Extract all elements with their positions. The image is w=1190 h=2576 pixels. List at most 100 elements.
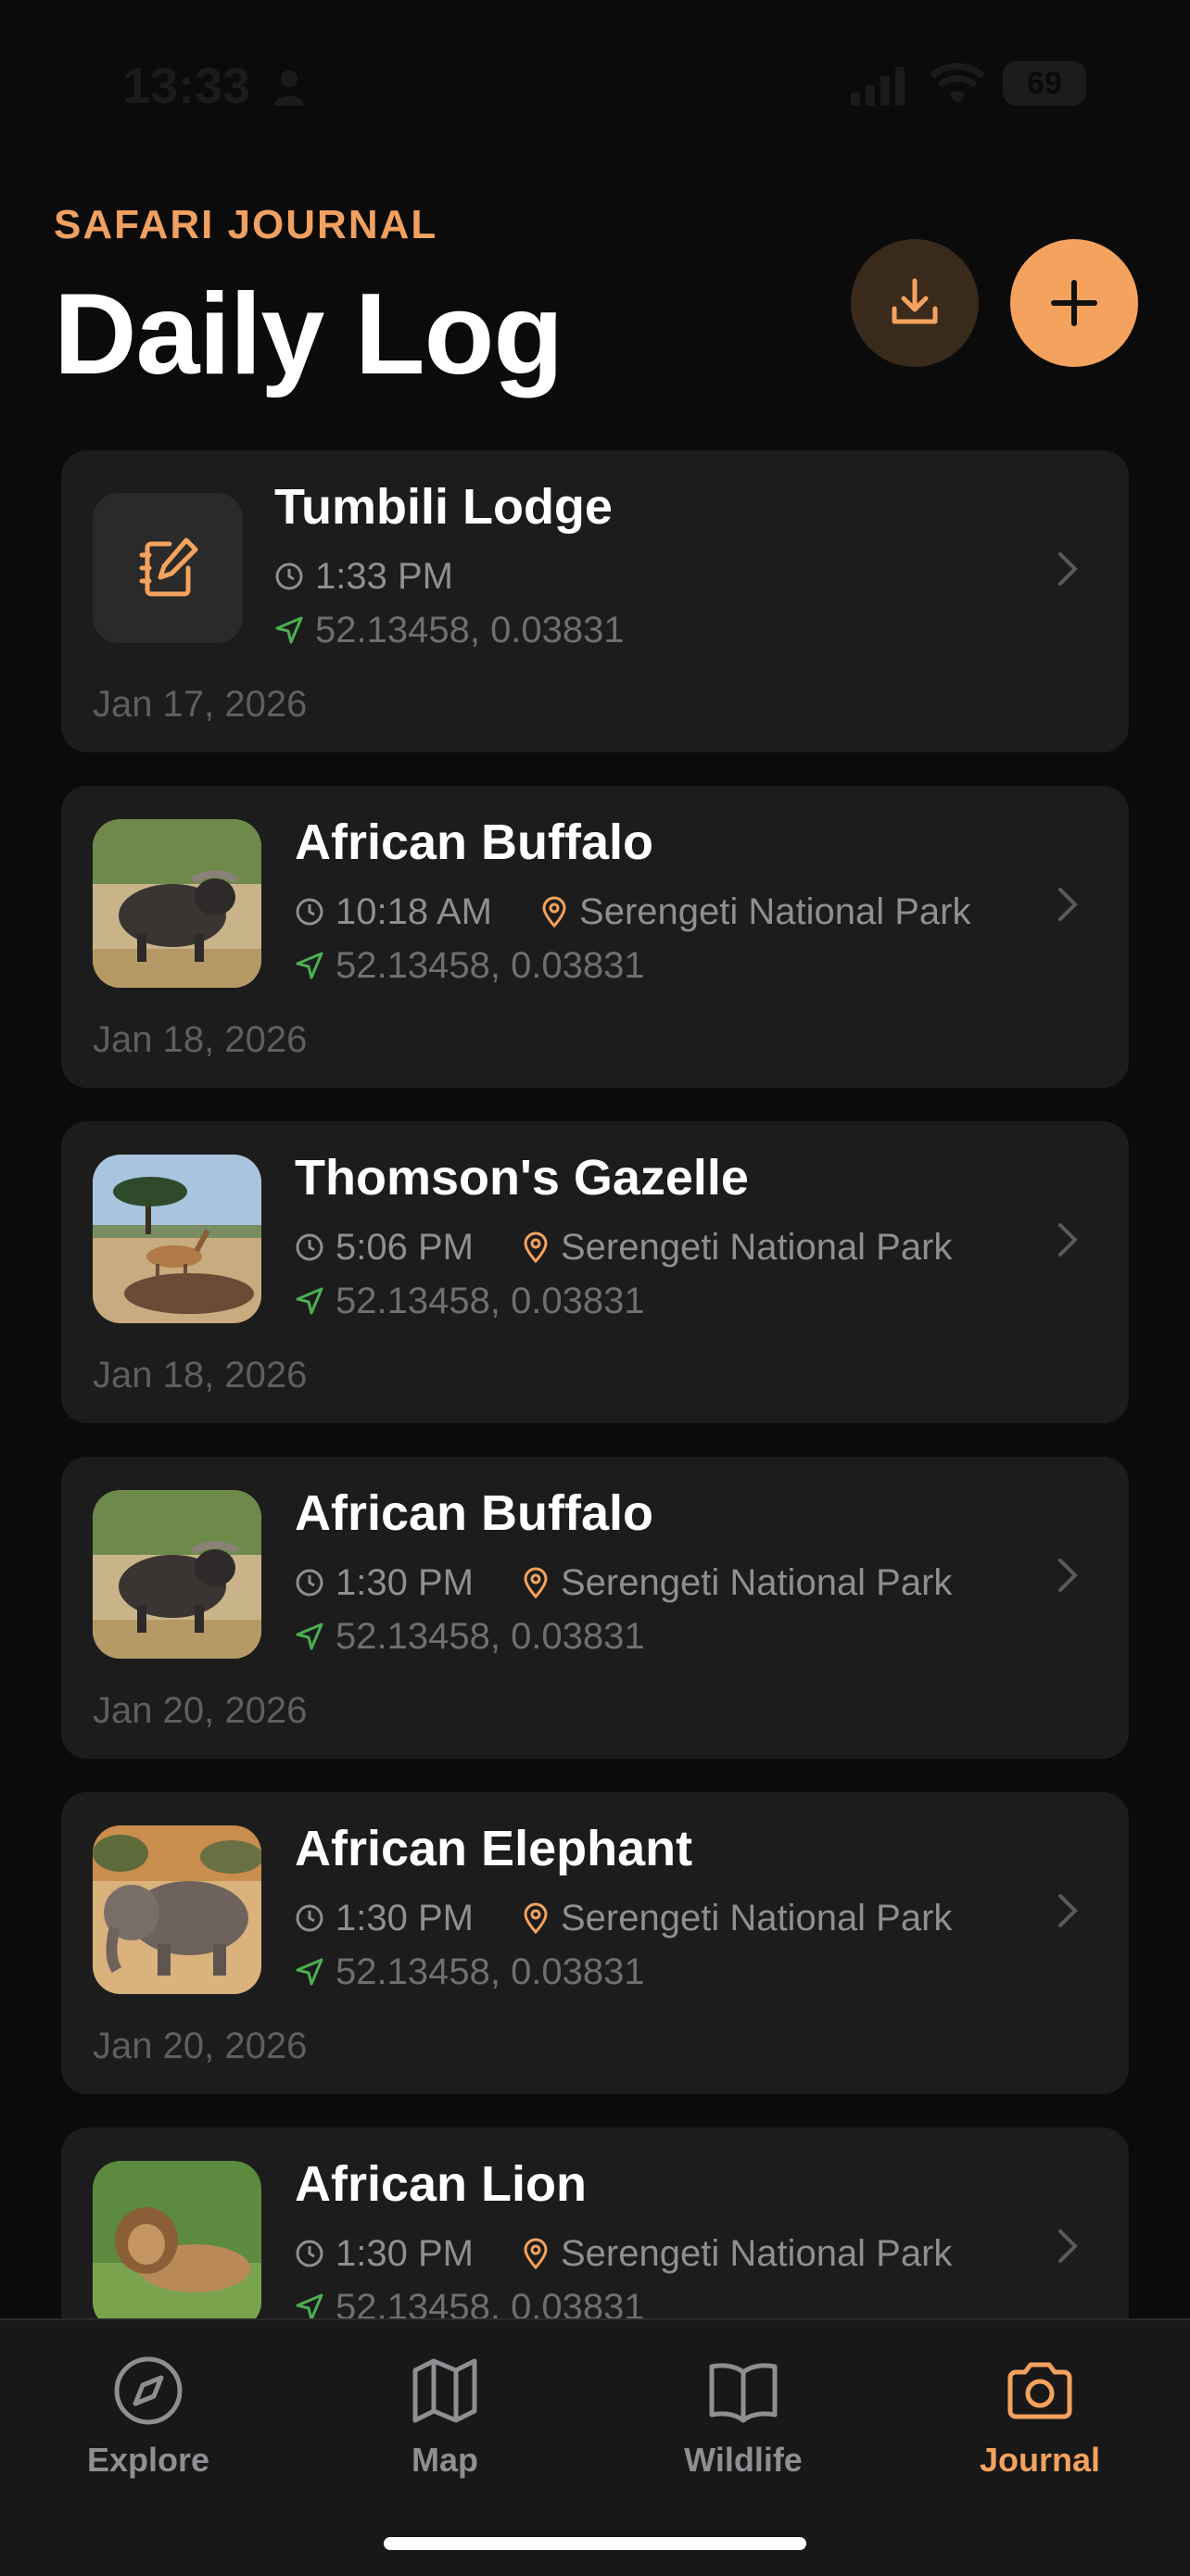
entry-coords: 52.13458, 0.03831 <box>335 1951 645 1992</box>
home-indicator <box>384 2537 806 2550</box>
add-entry-button[interactable] <box>1010 239 1138 367</box>
journal-entry-card[interactable]: Tumbili Lodge 1:33 PM 52.13458, 0.03831 … <box>61 450 1129 752</box>
entry-title: Thomson's Gazelle <box>295 1150 749 1206</box>
clock-icon <box>296 1904 323 1932</box>
map-icon <box>412 2358 477 2423</box>
entry-coords: 52.13458, 0.03831 <box>335 1615 645 1657</box>
entry-location: Serengeti National Park <box>522 1562 952 1604</box>
location-arrow-icon <box>296 1958 323 1986</box>
entry-coords-row: 52.13458, 0.03831 <box>274 608 625 652</box>
journal-list[interactable]: Tumbili Lodge 1:33 PM 52.13458, 0.03831 … <box>61 450 1129 2318</box>
entry-title: African Lion <box>295 2156 588 2212</box>
clock-icon <box>296 2240 323 2267</box>
buffalo-photo <box>93 1490 261 1659</box>
entry-coords-row: 52.13458, 0.03831 <box>295 1950 645 1994</box>
chevron-right-icon <box>1058 1223 1078 1256</box>
location-arrow-icon <box>275 616 303 644</box>
entry-time: 5:06 PM <box>335 1226 474 1268</box>
entry-location: Serengeti National Park <box>522 2233 952 2275</box>
entry-meta: 1:30 PM Serengeti National Park <box>295 1896 952 1940</box>
signal-icon <box>851 67 905 106</box>
tab-label: Explore <box>86 2441 210 2479</box>
entry-location-label: Serengeti National Park <box>560 1897 953 1938</box>
entry-coords: 52.13458, 0.03831 <box>335 2286 645 2319</box>
chevron-right-icon <box>1058 1559 1078 1592</box>
battery-indicator: 69 <box>1003 61 1086 106</box>
tab-explore[interactable]: Explore <box>46 2354 250 2480</box>
map-pin-icon <box>524 2238 548 2269</box>
entry-time: 1:30 PM <box>335 1897 474 1938</box>
location-arrow-icon <box>296 2293 323 2318</box>
entry-title: African Buffalo <box>295 814 654 870</box>
entry-meta: 1:30 PM Serengeti National Park <box>295 2231 952 2276</box>
entry-date: Jan 20, 2026 <box>93 2026 308 2066</box>
journal-entry-card[interactable]: African Elephant 1:30 PM Serengeti Natio… <box>61 1792 1129 2094</box>
entry-location: Serengeti National Park <box>522 1227 952 1269</box>
entry-time: 10:18 AM <box>335 890 493 932</box>
entry-coords-row: 52.13458, 0.03831 <box>295 943 645 988</box>
journal-entry-card[interactable]: African Buffalo 10:18 AM Serengeti Natio… <box>61 786 1129 1088</box>
elephant-photo <box>93 1825 261 1994</box>
status-time: 13:33 <box>122 58 251 114</box>
entry-meta: 5:06 PM Serengeti National Park <box>295 1225 952 1269</box>
entry-coords-row: 52.13458, 0.03831 <box>295 2285 645 2318</box>
tab-map[interactable]: Map <box>343 2354 547 2480</box>
compass-icon <box>114 2356 183 2425</box>
entry-time: 1:30 PM <box>335 2232 474 2274</box>
entry-location: Serengeti National Park <box>540 891 970 933</box>
tab-label: Journal <box>979 2441 1101 2479</box>
entry-time: 1:30 PM <box>335 1561 474 1603</box>
map-pin-icon <box>542 896 566 928</box>
location-arrow-icon <box>296 1287 323 1315</box>
entry-date: Jan 20, 2026 <box>93 1690 308 1731</box>
notebook-pen-icon <box>139 537 198 597</box>
plus-icon <box>1051 280 1097 326</box>
chevron-right-icon <box>1058 552 1078 586</box>
camera-icon <box>1007 2362 1072 2419</box>
page-title: Daily Log <box>54 271 563 398</box>
entry-title: Tumbili Lodge <box>274 479 613 535</box>
journal-thumb <box>93 493 243 643</box>
entry-location-label: Serengeti National Park <box>560 1561 953 1603</box>
entry-meta: 1:33 PM <box>274 554 453 599</box>
entry-location: Serengeti National Park <box>522 1898 952 1939</box>
entry-coords-row: 52.13458, 0.03831 <box>295 1279 645 1323</box>
tab-label: Map <box>411 2441 478 2479</box>
map-pin-icon <box>524 1902 548 1934</box>
download-button[interactable] <box>851 239 979 367</box>
tab-journal[interactable]: Journal <box>938 2354 1142 2480</box>
status-bar: 13:33 69 <box>0 0 1190 176</box>
entry-meta: 10:18 AM Serengeti National Park <box>295 890 970 934</box>
location-arrow-icon <box>296 1623 323 1650</box>
entry-date: Jan 18, 2026 <box>93 1355 308 1395</box>
entry-location-label: Serengeti National Park <box>560 2232 953 2274</box>
download-icon <box>892 278 938 324</box>
entry-date: Jan 17, 2026 <box>93 684 308 725</box>
book-icon <box>709 2363 778 2423</box>
entry-coords: 52.13458, 0.03831 <box>315 609 625 650</box>
entry-coords: 52.13458, 0.03831 <box>335 944 645 986</box>
entry-title: African Buffalo <box>295 1485 654 1541</box>
section-eyebrow: SAFARI JOURNAL <box>54 202 438 247</box>
person-icon <box>274 70 304 106</box>
chevron-right-icon <box>1058 2229 1078 2263</box>
journal-entry-card[interactable]: Thomson's Gazelle 5:06 PM Serengeti Nati… <box>61 1121 1129 1423</box>
map-pin-icon <box>524 1567 548 1598</box>
gazelle-photo <box>93 1155 261 1323</box>
battery-level: 69 <box>1027 66 1062 101</box>
tab-wildlife[interactable]: Wildlife <box>641 2354 845 2480</box>
location-arrow-icon <box>296 952 323 979</box>
entry-coords-row: 52.13458, 0.03831 <box>295 1614 645 1659</box>
journal-entry-card[interactable]: African Lion 1:30 PM Serengeti National … <box>61 2128 1129 2318</box>
entry-date: Jan 18, 2026 <box>93 1019 308 1060</box>
entry-title: African Elephant <box>295 1821 693 1876</box>
journal-entry-card[interactable]: African Buffalo 1:30 PM Serengeti Nation… <box>61 1457 1129 1759</box>
clock-icon <box>296 1569 323 1597</box>
chevron-right-icon <box>1058 1894 1078 1927</box>
buffalo-photo <box>93 819 261 988</box>
clock-icon <box>275 562 303 590</box>
entry-meta: 1:30 PM Serengeti National Park <box>295 1560 952 1605</box>
entry-time: 1:33 PM <box>315 555 453 597</box>
clock-icon <box>296 898 323 926</box>
tab-label: Wildlife <box>684 2441 803 2479</box>
